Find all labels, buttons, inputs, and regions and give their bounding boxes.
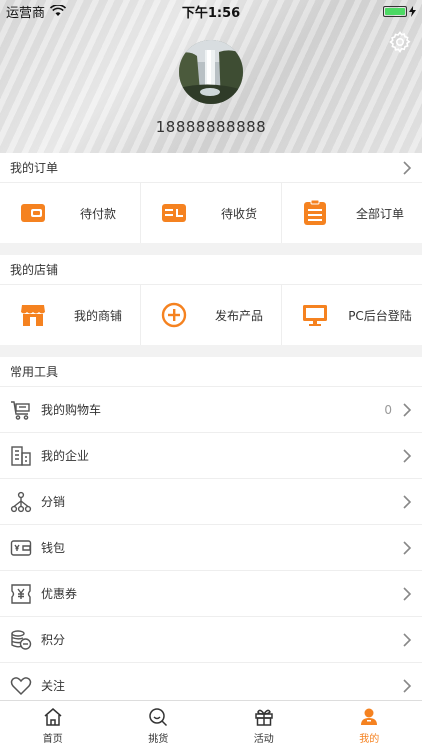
gear-icon[interactable]: [388, 30, 412, 54]
tab-label: 活动: [253, 733, 274, 745]
wallet-outline-icon: [10, 539, 32, 556]
coins-icon: [11, 629, 32, 650]
tools-section: 常用工具 我的购物车 0 我的企业 分销 钱包 优惠券 积分 关注: [0, 357, 422, 709]
heart-icon: [10, 676, 32, 695]
publish-product[interactable]: 发布产品: [141, 285, 282, 345]
wallet-icon: [21, 204, 45, 222]
shop-section: 我的店铺 我的商铺 发布产品 PC后台登陆: [0, 255, 422, 345]
tab-label: 我的: [359, 733, 380, 745]
list-item-points[interactable]: 积分: [0, 617, 422, 663]
share-nodes-icon: [10, 491, 32, 512]
status-bar: 运营商 下午1:56: [0, 0, 422, 22]
chevron-right-icon: [403, 494, 412, 509]
clipboard-icon: [304, 200, 326, 225]
tab-label: 首页: [42, 733, 63, 745]
search-goods-icon: [149, 707, 168, 726]
tools-header: 常用工具: [0, 357, 422, 387]
tab-activities[interactable]: 活动: [211, 701, 317, 750]
row-label: 分销: [41, 495, 66, 509]
list-item-coupons[interactable]: 优惠券: [0, 571, 422, 617]
plus-circle-icon: [161, 302, 187, 328]
section-title: 常用工具: [10, 365, 59, 379]
row-label: 关注: [41, 679, 66, 693]
tab-home[interactable]: 首页: [0, 701, 106, 750]
home-icon: [44, 707, 62, 726]
profile-header: 运营商 下午1:56 18888888888: [0, 0, 422, 153]
tab-mine[interactable]: 我的: [317, 701, 422, 750]
my-shop[interactable]: 我的商铺: [0, 285, 141, 345]
pc-admin-login[interactable]: PC后台登陆: [282, 285, 422, 345]
chevron-right-icon: [403, 632, 412, 647]
monitor-icon: [303, 305, 327, 326]
orders-header[interactable]: 我的订单: [0, 153, 422, 183]
cart-icon: [11, 400, 30, 420]
list-item-distribution[interactable]: 分销: [0, 479, 422, 525]
row-label: 我的企业: [41, 449, 90, 463]
list-item-enterprise[interactable]: 我的企业: [0, 433, 422, 479]
cell-label: 发布产品: [214, 309, 263, 323]
cell-label: 待付款: [79, 207, 116, 221]
chevron-right-icon: [403, 586, 412, 601]
avatar[interactable]: [179, 40, 243, 104]
order-all[interactable]: 全部订单: [282, 183, 422, 243]
gift-icon: [255, 709, 273, 726]
storefront-icon: [21, 305, 45, 326]
carrier-label: 运营商: [6, 5, 46, 21]
tab-pick-goods[interactable]: 挑货: [106, 701, 212, 750]
chevron-right-icon: [403, 448, 412, 463]
orders-section: 我的订单 待付款 待收货 全部订单: [0, 153, 422, 243]
list-item-wallet[interactable]: 钱包: [0, 525, 422, 571]
chevron-right-icon: [403, 678, 412, 693]
chevron-right-icon: [403, 402, 412, 417]
cell-label: 待收货: [220, 207, 257, 221]
cart-count: 0: [384, 402, 392, 417]
user-icon: [361, 708, 378, 725]
section-title: 我的店铺: [10, 263, 59, 277]
section-title: 我的订单: [10, 161, 59, 175]
cell-label: 我的商铺: [73, 309, 122, 323]
row-label: 钱包: [41, 541, 66, 555]
coupon-icon: [11, 583, 31, 604]
bottom-tab-bar: 首页 挑货 活动 我的: [0, 700, 422, 750]
building-icon: [11, 445, 31, 466]
tab-label: 挑货: [148, 733, 169, 745]
chevron-right-icon: [403, 540, 412, 555]
order-pending-payment[interactable]: 待付款: [0, 183, 141, 243]
user-phone: 18888888888: [155, 118, 267, 136]
row-label: 积分: [41, 633, 66, 647]
row-label: 我的购物车: [41, 403, 102, 417]
list-item-cart[interactable]: 我的购物车 0: [0, 387, 422, 433]
order-pending-receipt[interactable]: 待收货: [141, 183, 282, 243]
shop-header: 我的店铺: [0, 255, 422, 285]
battery-icon: [383, 5, 416, 17]
cell-label: PC后台登陆: [348, 309, 412, 323]
chevron-right-icon: [403, 160, 412, 175]
cell-label: 全部订单: [355, 207, 404, 221]
delivery-card-icon: [162, 204, 186, 222]
row-label: 优惠券: [41, 587, 78, 601]
wifi-icon: [50, 5, 67, 16]
